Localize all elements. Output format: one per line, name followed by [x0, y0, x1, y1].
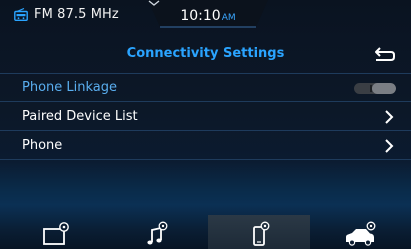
toggle-knob	[372, 83, 396, 94]
page-title: Connectivity Settings	[126, 46, 285, 61]
bottom-nav	[0, 215, 411, 249]
phone-linkage-row[interactable]: Phone Linkage	[0, 73, 411, 102]
tab-vehicle-settings[interactable]	[310, 215, 411, 249]
infotainment-screen: FM 87.5 MHz 10:10AM Connectivity Setting…	[0, 0, 411, 249]
status-bar: FM 87.5 MHz 10:10AM	[0, 0, 411, 30]
display-settings-icon	[43, 222, 69, 245]
chevron-right-icon	[385, 110, 394, 124]
radio-frequency: FM 87.5 MHz	[34, 7, 119, 22]
chevron-right-icon	[385, 139, 394, 153]
clock: 10:10AM	[148, 8, 268, 24]
tab-sound-settings[interactable]	[106, 215, 208, 249]
phone-linkage-label: Phone Linkage	[22, 80, 118, 95]
back-arrow-icon	[375, 47, 395, 61]
clock-time: 10:10	[180, 8, 221, 24]
pull-down-handle-icon	[148, 0, 160, 6]
settings-list: Phone Linkage Paired Device List Phone	[0, 73, 411, 160]
radio-icon	[14, 8, 28, 21]
back-button[interactable]	[372, 44, 398, 64]
radio-status[interactable]: FM 87.5 MHz	[14, 7, 119, 22]
tab-phone-settings[interactable]	[208, 215, 310, 249]
clock-tab[interactable]: 10:10AM	[148, 0, 268, 34]
tab-display-settings[interactable]	[4, 215, 106, 249]
vehicle-settings-icon	[346, 221, 376, 246]
phone-linkage-toggle[interactable]	[354, 83, 396, 94]
paired-device-list-label: Paired Device List	[22, 108, 138, 124]
paired-device-list-row[interactable]: Paired Device List	[0, 102, 411, 131]
phone-label: Phone	[22, 137, 63, 153]
phone-settings-icon	[253, 221, 270, 246]
phone-row[interactable]: Phone	[0, 131, 411, 160]
clock-ampm: AM	[221, 13, 236, 23]
sound-settings-icon	[147, 221, 168, 245]
